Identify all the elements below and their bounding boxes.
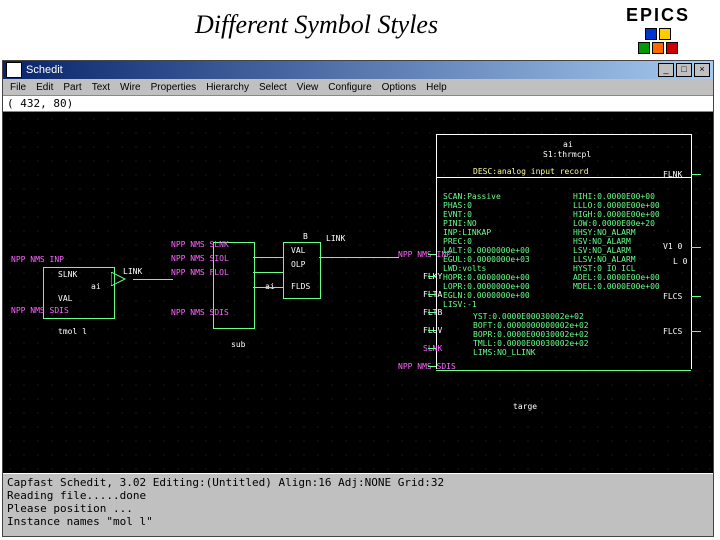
menu-text[interactable]: Text	[89, 82, 113, 93]
record-desc: DESC:analog input record	[473, 167, 589, 176]
pin-inp: NPP NMS INP	[398, 250, 451, 259]
sa-out-arrow	[111, 272, 135, 286]
sb-pin1: NPP NMS SLNK	[171, 240, 229, 249]
sb-sub: sub	[231, 340, 245, 349]
sb-pin3: NPP NMS FLOL	[171, 268, 229, 277]
pin-stub-r4	[691, 331, 701, 332]
pin-v1: V1 0	[663, 242, 682, 251]
pin-stub-3	[428, 294, 436, 295]
status-line-1: Capfast Schedit, 3.02 Editing:(Untitled)…	[7, 476, 709, 489]
pin-l0: L 0	[673, 257, 687, 266]
menu-file[interactable]: File	[7, 82, 29, 93]
sa-ai: ai	[91, 282, 101, 291]
menu-wire[interactable]: Wire	[117, 82, 144, 93]
sb-b: B	[303, 232, 308, 241]
menu-hierarchy[interactable]: Hierarchy	[203, 82, 252, 93]
props-col1: SCAN:Passive PHAS:0 EVNT:0 PINI:NO INP:L…	[443, 192, 530, 309]
menu-view[interactable]: View	[294, 82, 322, 93]
sb-pin4: NPP NMS SDIS	[171, 308, 229, 317]
schematic-canvas[interactable]: ai S1:thrmcpl DESC:analog input record S…	[3, 112, 713, 477]
epics-logo: EPICS	[626, 5, 690, 54]
wire-a-to-b	[133, 279, 173, 280]
record-name: ai	[563, 140, 573, 149]
menu-part[interactable]: Part	[60, 82, 84, 93]
menu-select[interactable]: Select	[256, 82, 290, 93]
sa-slnk: SLNK	[58, 270, 77, 279]
sb-flds: FLDS	[291, 282, 310, 291]
status-line-3: Please position ...	[7, 502, 709, 515]
pin-stub-2	[428, 276, 436, 277]
menu-help[interactable]: Help	[423, 82, 450, 93]
pin-stub-6	[428, 348, 436, 349]
sa-pin-inp: NPP NMS INP	[11, 255, 64, 264]
wire-b-internal-2	[253, 272, 283, 273]
pin-stub-4	[428, 312, 436, 313]
epics-color-boxes	[626, 28, 690, 40]
wire-b-to-big	[319, 257, 399, 258]
record-bottom-border	[436, 370, 691, 371]
pin-stub-1	[428, 254, 436, 255]
pin-flcs2: FLCS	[663, 327, 682, 336]
pin-stub-r3	[691, 296, 701, 297]
wire-b-internal-3	[253, 287, 283, 288]
pin-flnk-r1: FLNK	[663, 170, 682, 179]
maximize-button[interactable]: □	[676, 63, 692, 77]
wire-b-internal-1	[253, 257, 283, 258]
slide-title: Different Symbol Styles	[195, 10, 438, 40]
status-line-2: Reading file.....done	[7, 489, 709, 502]
pin-stub-5	[428, 330, 436, 331]
menu-edit[interactable]: Edit	[33, 82, 56, 93]
menu-properties[interactable]: Properties	[148, 82, 200, 93]
pin-stub-7	[428, 366, 436, 367]
props-lower: YST:0.0000E00030002e+02 BOFT:0.000000000…	[473, 312, 589, 357]
sa-tmol: tmol l	[58, 327, 87, 336]
record-desc-divider	[436, 177, 691, 178]
pin-flcs: FLCS	[663, 292, 682, 301]
record-instance: S1:thrmcpl	[543, 150, 591, 159]
app-icon	[6, 62, 22, 78]
sa-pin-sdis: NPP NMS SDIS	[11, 306, 69, 315]
window-title: Schedit	[26, 64, 658, 76]
sb-pin2: NPP NMS SIOL	[171, 254, 229, 263]
targe-label: targe	[513, 402, 537, 411]
pin-stub-r1	[691, 174, 701, 175]
close-button[interactable]: ×	[694, 63, 710, 77]
pin-stub-r2	[691, 247, 701, 248]
status-line-4: Instance names "mol l"	[7, 515, 709, 528]
status-area: Capfast Schedit, 3.02 Editing:(Untitled)…	[3, 473, 713, 536]
sb-val: VAL	[291, 246, 305, 255]
record-top-border	[436, 134, 691, 135]
sa-val: VAL	[58, 294, 72, 303]
record-right-border	[691, 134, 692, 369]
menu-options[interactable]: Options	[379, 82, 419, 93]
menu-configure[interactable]: Configure	[325, 82, 374, 93]
menubar: File Edit Part Text Wire Properties Hier…	[3, 79, 713, 96]
sb-olp: OLP	[291, 260, 305, 269]
coord-bar: ( 432, 80)	[3, 96, 713, 112]
epics-logo-text: EPICS	[626, 5, 690, 26]
minimize-button[interactable]: _	[658, 63, 674, 77]
epics-color-boxes-2	[626, 42, 690, 54]
sb-link: LINK	[326, 234, 345, 243]
app-window: Schedit _ □ × File Edit Part Text Wire P…	[2, 60, 714, 537]
props-col2: HIHI:0.0000E00+00 LLLO:0.0000E00e+00 HIG…	[573, 192, 660, 291]
titlebar: Schedit _ □ ×	[3, 61, 713, 79]
